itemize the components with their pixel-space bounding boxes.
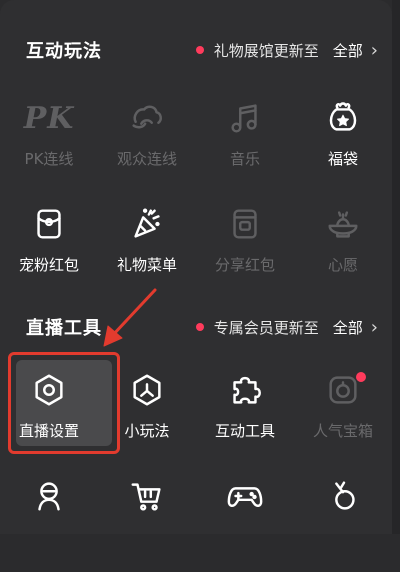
grid-item-vine[interactable]	[294, 466, 392, 572]
grid-item-avatar[interactable]	[0, 466, 98, 572]
item-label: 人气宝箱	[312, 422, 373, 440]
new-badge	[356, 372, 366, 382]
item-label: 分享红包	[214, 256, 275, 274]
update-notice: 专属会员更新至	[213, 318, 319, 337]
section-more-link[interactable]: 礼物展馆更新至 全部 ›	[195, 39, 378, 61]
lucky-bag-icon	[321, 96, 365, 140]
grid-item-shopping-cart[interactable]	[98, 466, 196, 572]
grid-item-wish[interactable]: 心愿	[294, 194, 392, 300]
audience-link-icon	[125, 96, 169, 140]
grid-item-share-red-packet[interactable]: 分享红包	[196, 194, 294, 300]
item-label: 小玩法	[124, 422, 170, 440]
item-label: PK连线	[24, 150, 74, 168]
item-label: 音乐	[229, 150, 260, 168]
grid-item-red-packet[interactable]: 宠粉红包	[0, 194, 98, 300]
grid-item-popularity-box[interactable]: 人气宝箱	[294, 360, 392, 466]
grid-item-lucky-bag[interactable]: 福袋	[294, 88, 392, 194]
item-label: 互动工具	[214, 422, 275, 440]
mini-game-icon	[125, 368, 169, 412]
grid-item-audience-link[interactable]: 观众连线	[98, 88, 196, 194]
avatar-icon	[27, 474, 71, 518]
grid-item-music[interactable]: 音乐	[196, 88, 294, 194]
item-label: 礼物菜单	[116, 256, 177, 274]
pk-icon: PK	[23, 100, 75, 136]
item-label: 福袋	[327, 150, 358, 168]
puzzle-icon	[223, 368, 267, 412]
grid-item-interactive-tools[interactable]: 互动工具	[196, 360, 294, 466]
update-dot	[195, 323, 204, 331]
chevron-right-icon: ›	[370, 39, 378, 61]
music-note-icon	[223, 96, 267, 140]
interactive-grid: PK PK连线 观众连线 音乐 福袋 宠粉红包 礼物菜单 分享红包 心愿	[0, 88, 392, 300]
gamepad-icon	[223, 474, 267, 518]
update-dot	[195, 46, 204, 54]
party-popper-icon	[125, 202, 169, 246]
panel-edge	[392, 0, 400, 534]
item-label: 宠粉红包	[18, 256, 79, 274]
section-header-tools: 直播工具 专属会员更新至 全部 ›	[26, 313, 378, 341]
chevron-right-icon: ›	[370, 316, 378, 338]
section-title: 互动玩法	[26, 41, 102, 62]
all-link[interactable]: 全部	[333, 317, 363, 338]
wish-lamp-icon	[321, 202, 365, 246]
item-label: 观众连线	[116, 150, 177, 168]
grid-item-gamepad[interactable]	[196, 466, 294, 572]
share-red-packet-icon	[223, 202, 267, 246]
item-label: 心愿	[327, 256, 358, 274]
section-header-interactive: 互动玩法 礼物展馆更新至 全部 ›	[26, 36, 378, 64]
all-link[interactable]: 全部	[333, 40, 363, 61]
vine-icon	[321, 474, 365, 518]
section-title: 直播工具	[26, 318, 102, 339]
grid-item-pk[interactable]: PK PK连线	[0, 88, 98, 194]
section-more-link[interactable]: 专属会员更新至 全部 ›	[195, 316, 378, 338]
red-packet-icon	[27, 202, 71, 246]
grid-item-gift-menu[interactable]: 礼物菜单	[98, 194, 196, 300]
annotation-highlight-box	[8, 352, 120, 454]
shopping-cart-icon	[125, 474, 169, 518]
update-notice: 礼物展馆更新至	[213, 41, 319, 60]
